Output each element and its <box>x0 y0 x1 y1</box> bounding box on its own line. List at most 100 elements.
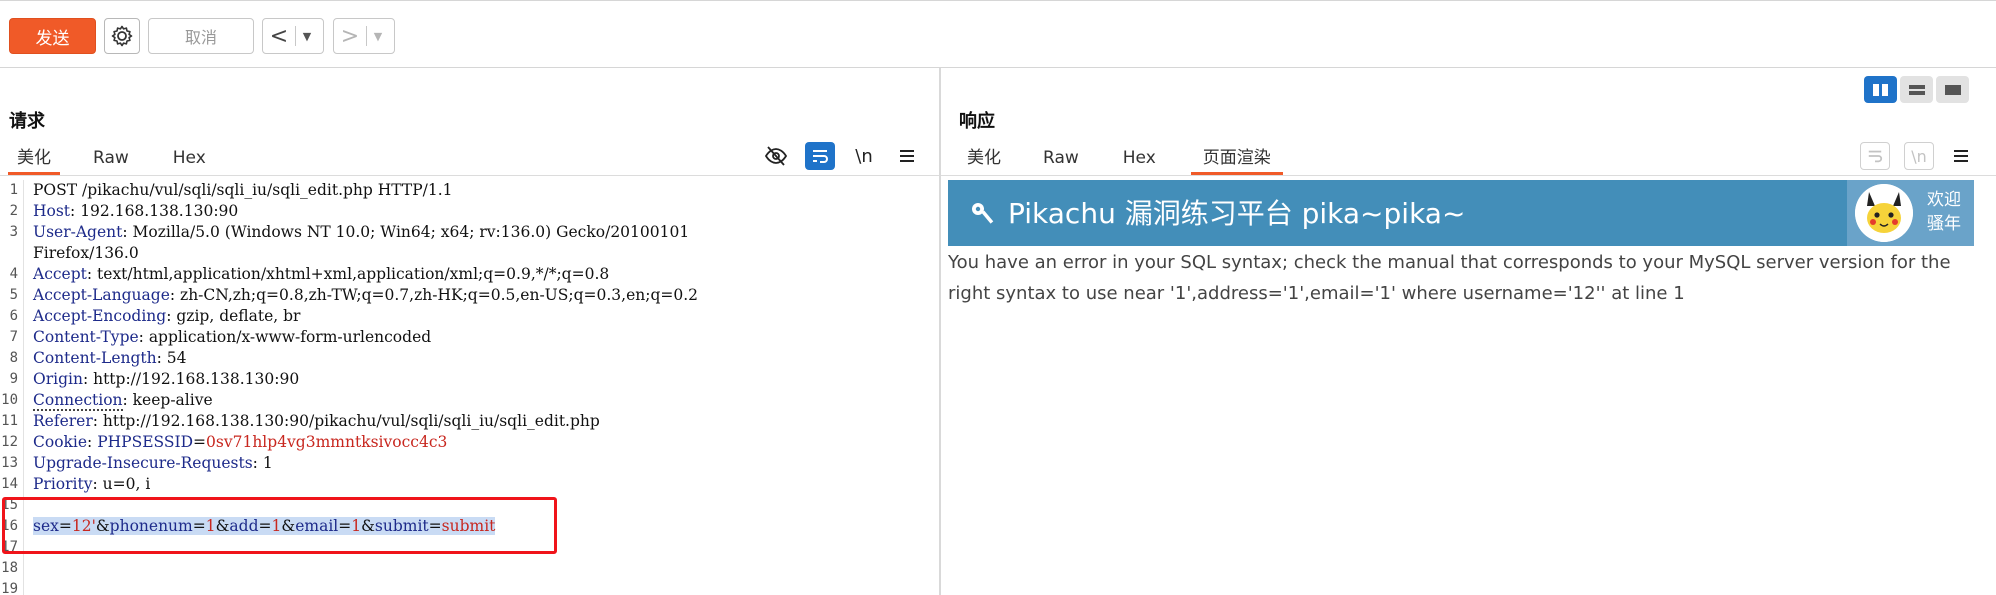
line-number: 12 <box>1 434 18 450</box>
welcome-line-1: 欢迎 <box>1927 190 1961 210</box>
code-token: : zh-CN,zh;q=0.8,zh-TW;q=0.7,zh-HK;q=0.5… <box>169 286 699 304</box>
site-title: Pikachu 漏洞练习平台 pika~pika~ <box>1008 197 1466 230</box>
code-token: : <box>87 433 98 451</box>
pikachu-avatar <box>1855 184 1913 242</box>
line-number: 5 <box>9 287 18 303</box>
tab-request-raw[interactable]: Raw <box>84 141 138 175</box>
wrap-lines-icon[interactable] <box>1860 142 1890 170</box>
response-tab-underline <box>941 175 1996 176</box>
send-button[interactable]: 发送 <box>9 18 96 54</box>
layout-switch <box>1864 76 1969 103</box>
code-text: User-Agent: Mozilla/5.0 (Windows NT 10.0… <box>33 222 689 243</box>
code-text: Accept-Encoding: gzip, deflate, br <box>33 306 300 327</box>
code-token: Connection <box>33 391 123 411</box>
code-token: Origin <box>33 370 83 388</box>
code-token: Upgrade-Insecure-Requests <box>33 454 253 472</box>
code-token: Content-Type <box>33 328 139 346</box>
code-token: Accept-Encoding <box>33 307 167 325</box>
code-token: : keep-alive <box>122 391 213 409</box>
line-number: 4 <box>9 266 18 282</box>
code-token: Priority <box>33 475 93 493</box>
highlight-box <box>2 497 557 554</box>
line-number: 11 <box>1 413 18 429</box>
request-tab-underline <box>0 175 939 176</box>
tab-request-hex[interactable]: Hex <box>164 141 215 175</box>
request-tabs: 美化 Raw Hex <box>8 141 215 175</box>
code-token: User-Agent <box>33 223 123 241</box>
line-number: 19 <box>1 581 18 595</box>
code-text: Cookie: PHPSESSID=0sv71hlp4vg3mmntksivoc… <box>33 432 447 453</box>
tab-response-hex[interactable]: Hex <box>1114 141 1165 175</box>
code-token: : 54 <box>156 349 187 367</box>
line-number: 6 <box>9 308 18 324</box>
code-text: Content-Type: application/x-www-form-url… <box>33 327 431 348</box>
line-number: 10 <box>1 392 18 408</box>
code-text: Accept-Language: zh-CN,zh;q=0.8,zh-TW;q=… <box>33 285 698 306</box>
code-token: : gzip, deflate, br <box>166 307 301 325</box>
code-token: Cookie <box>33 433 88 451</box>
code-token: Host <box>33 202 71 220</box>
split-columns-icon[interactable] <box>1864 76 1897 103</box>
code-text: Content-Length: 54 <box>33 348 186 369</box>
code-text: Accept: text/html,application/xhtml+xml,… <box>33 264 609 285</box>
code-token: : text/html,application/xhtml+xml,applic… <box>86 265 610 283</box>
settings-button[interactable] <box>104 18 140 54</box>
code-text: Origin: http://192.168.138.130:90 <box>33 369 299 390</box>
line-number: 7 <box>9 329 18 345</box>
tab-request-pretty[interactable]: 美化 <box>8 141 60 175</box>
line-number: 2 <box>9 203 18 219</box>
sql-error-message: You have an error in your SQL syntax; ch… <box>948 252 1951 304</box>
code-text: Connection: keep-alive <box>33 390 213 411</box>
code-token: : application/x-www-form-urlencoded <box>138 328 432 346</box>
code-token: Referer <box>33 412 93 430</box>
code-token: : u=0, i <box>92 475 151 493</box>
chevron-right-icon[interactable]: > <box>334 24 366 49</box>
code-token: 0sv71hlp4vg3mmntksivocc4c3 <box>206 433 448 451</box>
code-token: Content-Length <box>33 349 157 367</box>
welcome-line-2: 骚年 <box>1927 214 1961 234</box>
line-number: 8 <box>9 350 18 366</box>
pane-divider[interactable] <box>939 68 941 595</box>
key-icon <box>972 203 994 224</box>
eye-off-icon[interactable] <box>761 142 791 170</box>
code-token: POST /pikachu/vul/sqli/sqli_iu/sqli_edit… <box>33 181 453 199</box>
back-nav-group[interactable]: < ▼ <box>262 18 324 54</box>
tab-response-raw[interactable]: Raw <box>1034 141 1088 175</box>
chevron-left-icon[interactable]: < <box>263 24 295 49</box>
code-text: Host: 192.168.138.130:90 <box>33 201 238 222</box>
top-toolbar: 发送 取消 < ▼ > ▼ <box>0 0 1996 68</box>
forward-nav-group[interactable]: > ▼ <box>333 18 395 54</box>
code-token: Accept-Language <box>33 286 170 304</box>
code-token: : http://192.168.138.130:90 <box>82 370 300 388</box>
newline-icon[interactable]: \n <box>1904 142 1934 170</box>
tab-response-render[interactable]: 页面渲染 <box>1190 141 1283 175</box>
back-dropdown-icon[interactable]: ▼ <box>296 30 318 43</box>
user-area[interactable]: 欢迎 骚年 <box>1847 180 1974 246</box>
cancel-button[interactable]: 取消 <box>148 18 254 54</box>
response-title: 响应 <box>959 111 995 132</box>
code-token: Firefox/136.0 <box>33 244 139 262</box>
code-text: Priority: u=0, i <box>33 474 150 495</box>
welcome-text: 欢迎 骚年 <box>1919 188 1969 236</box>
code-text: Firefox/136.0 <box>33 243 139 264</box>
code-token: : http://192.168.138.130:90/pikachu/vul/… <box>92 412 600 430</box>
code-text: POST /pikachu/vul/sqli/sqli_iu/sqli_edit… <box>33 180 453 201</box>
tab-response-pretty[interactable]: 美化 <box>958 141 1010 175</box>
menu-icon[interactable] <box>892 142 922 170</box>
wrap-lines-icon[interactable] <box>805 142 835 170</box>
code-token: : Mozilla/5.0 (Windows NT 10.0; Win64; x… <box>122 223 690 241</box>
line-number: 1 <box>9 182 18 198</box>
gear-icon <box>111 25 133 47</box>
forward-dropdown-icon[interactable]: ▼ <box>367 30 389 43</box>
code-text: Referer: http://192.168.138.130:90/pikac… <box>33 411 600 432</box>
code-token: : 1 <box>252 454 273 472</box>
single-pane-icon[interactable] <box>1936 76 1969 103</box>
split-rows-icon[interactable] <box>1900 76 1933 103</box>
line-number: 13 <box>1 455 18 471</box>
line-number: 9 <box>9 371 18 387</box>
code-token: : 192.168.138.130:90 <box>70 202 239 220</box>
line-number: 3 <box>9 224 18 240</box>
menu-icon[interactable] <box>1946 142 1976 170</box>
newline-icon[interactable]: \n <box>849 142 879 170</box>
response-tabs: 美化 Raw Hex 页面渲染 <box>958 141 1283 175</box>
